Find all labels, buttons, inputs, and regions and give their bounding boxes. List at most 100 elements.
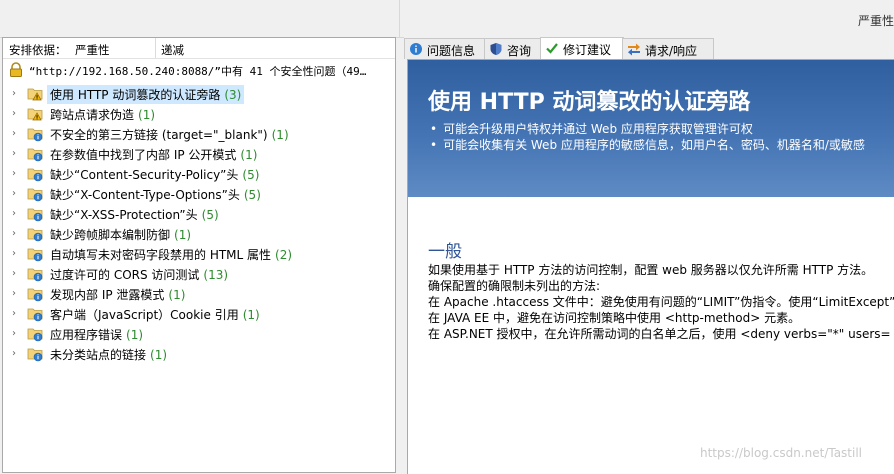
impact-item: 可能会收集有关 Web 应用程序的敏感信息，如用户名、密码、机器名和/或敏感 — [430, 136, 865, 152]
chevron-right-icon[interactable]: › — [12, 248, 22, 260]
issue-count: (1) — [271, 128, 289, 142]
issue-name: 缺少“X-Content-Type-Options”头 — [50, 188, 240, 202]
issue-name: 缺少“X-XSS-Protection”头 — [50, 208, 198, 222]
issue-count: (3) — [224, 88, 242, 102]
issue-tree-item[interactable]: › 自动填写未对密码字段禁用的 HTML 属性 (2) — [3, 244, 395, 264]
issue-tree-item[interactable]: › 未分类站点的链接 (1) — [3, 344, 395, 364]
issue-tree-item-label: 缺少跨帧脚本编制防御 (1) — [47, 225, 194, 244]
impact-item: 可能会升级用户特权并通过 Web 应用程序获取管理许可权 — [430, 120, 865, 136]
chevron-right-icon[interactable]: › — [12, 168, 22, 180]
issue-name: 发现内部 IP 泄露模式 — [50, 288, 165, 302]
issue-name: 过度许可的 CORS 访问测试 — [50, 268, 200, 282]
issue-count: (5) — [242, 168, 260, 182]
issue-count: (5) — [201, 208, 219, 222]
detail-title: 使用 HTTP 动词篡改的认证旁路 — [428, 90, 751, 115]
recommendation-line: 在 JAVA EE 中，避免在访问控制策略中使用 <http-method> 元… — [428, 311, 801, 325]
issue-tree-item-label: 过度许可的 CORS 访问测试 (13) — [47, 265, 231, 284]
issue-name: 缺少跨帧脚本编制防御 — [50, 228, 171, 242]
issue-tree-panel: 安排依据： 严重性 递减 “http://192.168.50.240:8088… — [2, 37, 396, 473]
recommendation-line: 在 Apache .htaccess 文件中：避免使用有问题的“LIMIT”伪指… — [428, 295, 894, 309]
chevron-right-icon[interactable]: › — [12, 108, 22, 120]
chevron-right-icon[interactable]: › — [12, 288, 22, 300]
chevron-right-icon[interactable]: › — [12, 188, 22, 200]
chevron-right-icon[interactable]: › — [12, 88, 22, 100]
issue-tree-item-label: 应用程序错误 (1) — [47, 325, 146, 344]
issue-tree-item[interactable]: › 在参数值中找到了内部 IP 公开模式 (1) — [3, 144, 395, 164]
chevron-right-icon[interactable]: › — [12, 268, 22, 280]
issue-tree-item-label: 自动填写未对密码字段禁用的 HTML 属性 (2) — [47, 245, 295, 264]
issue-tree-item[interactable]: › 缺少“Content-Security-Policy”头 (5) — [3, 164, 395, 184]
folder-info-icon — [27, 286, 45, 302]
recommendation-line: 如果使用基于 HTTP 方法的访问控制，配置 web 服务器以仅允许所需 HTT… — [428, 263, 874, 277]
folder-info-icon — [27, 226, 45, 242]
folder-info-icon — [27, 146, 45, 162]
issue-name: 不安全的第三方链接 (target="_blank") — [50, 128, 268, 142]
sort-direction[interactable]: 递减 — [161, 42, 184, 58]
issue-count: (5) — [243, 188, 261, 202]
sort-header-separator — [155, 38, 156, 58]
folder-warning-icon — [27, 106, 45, 122]
tab-request-response[interactable]: 请求/响应 — [622, 38, 714, 59]
tab-advisory[interactable]: 咨询 — [484, 38, 542, 59]
issue-tree-item[interactable]: › 过度许可的 CORS 访问测试 (13) — [3, 264, 395, 284]
folder-info-icon — [27, 186, 45, 202]
issue-tree-item[interactable]: › 不安全的第三方链接 (target="_blank") (1) — [3, 124, 395, 144]
issue-count: (1) — [240, 148, 258, 162]
issue-tree-item-label: 客户端（JavaScript）Cookie 引用 (1) — [47, 305, 263, 324]
tab-issue-info[interactable]: 问题信息 — [404, 38, 486, 59]
issue-tree-item[interactable]: › 使用 HTTP 动词篡改的认证旁路 (3) — [3, 84, 395, 104]
scan-summary-text: “http://192.168.50.240:8088/”中有 41 个安全性问… — [29, 65, 367, 78]
chevron-right-icon[interactable]: › — [12, 228, 22, 240]
folder-info-icon — [27, 326, 45, 342]
chevron-right-icon[interactable]: › — [12, 148, 22, 160]
issue-count: (1) — [126, 328, 144, 342]
recommendation-line: 确保配置的确限制未列出的方法: — [428, 279, 601, 293]
issue-count: (1) — [168, 288, 186, 302]
issue-tree-item[interactable]: › 缺少“X-XSS-Protection”头 (5) — [3, 204, 395, 224]
checkmark-icon — [545, 41, 559, 55]
issue-name: 跨站点请求伪造 — [50, 108, 135, 122]
shield-icon — [489, 42, 503, 56]
lock-icon — [9, 62, 23, 79]
issue-tree-item-label: 跨站点请求伪造 (1) — [47, 105, 158, 124]
scan-summary: “http://192.168.50.240:8088/”中有 41 个安全性问… — [3, 59, 395, 79]
issue-tree-item[interactable]: › 缺少跨帧脚本编制防御 (1) — [3, 224, 395, 244]
issue-name: 缺少“Content-Security-Policy”头 — [50, 168, 239, 182]
impact-list: 可能会升级用户特权并通过 Web 应用程序获取管理许可权可能会收集有关 Web … — [430, 120, 865, 152]
issue-tree-item-label: 缺少“X-Content-Type-Options”头 (5) — [47, 185, 264, 204]
issue-name: 应用程序错误 — [50, 328, 123, 342]
tab-fix-recommendation[interactable]: 修订建议 — [540, 37, 624, 60]
chevron-right-icon[interactable]: › — [12, 328, 22, 340]
folder-info-icon — [27, 346, 45, 362]
arrows-icon — [627, 42, 641, 56]
issue-tree-item-label: 缺少“Content-Security-Policy”头 (5) — [47, 165, 262, 184]
issue-tree-item[interactable]: › 跨站点请求伪造 (1) — [3, 104, 395, 124]
tab-label: 问题信息 — [427, 44, 476, 58]
issue-tree-item[interactable]: › 发现内部 IP 泄露模式 (1) — [3, 284, 395, 304]
chevron-right-icon[interactable]: › — [12, 348, 22, 360]
issue-count: (13) — [203, 268, 229, 282]
issue-name: 在参数值中找到了内部 IP 公开模式 — [50, 148, 237, 162]
chevron-right-icon[interactable]: › — [12, 308, 22, 320]
issue-count: (1) — [138, 108, 156, 122]
fix-recommendation-text: 如果使用基于 HTTP 方法的访问控制，配置 web 服务器以仅允许所需 HTT… — [428, 262, 894, 342]
issue-tree-item[interactable]: › 应用程序错误 (1) — [3, 324, 395, 344]
issue-name: 未分类站点的链接 — [50, 348, 147, 362]
issue-tree-item-label: 发现内部 IP 泄露模式 (1) — [47, 285, 188, 304]
issue-count: (1) — [174, 228, 192, 242]
issue-tree-item[interactable]: › 缺少“X-Content-Type-Options”头 (5) — [3, 184, 395, 204]
chevron-right-icon[interactable]: › — [12, 128, 22, 140]
info-icon — [409, 42, 423, 56]
top-toolbar: 严重性 — [0, 0, 894, 38]
chevron-right-icon[interactable]: › — [12, 208, 22, 220]
issue-tree-item-label: 不安全的第三方链接 (target="_blank") (1) — [47, 125, 292, 144]
sort-by-value[interactable]: 严重性 — [75, 42, 110, 58]
folder-info-icon — [27, 166, 45, 182]
recommendation-line: 在 ASP.NET 授权中，在允许所需动词的白名单之后，使用 <deny ver… — [428, 327, 891, 341]
issue-count: (1) — [242, 308, 260, 322]
severity-column-label[interactable]: 严重性 — [858, 12, 894, 29]
issue-tree-item[interactable]: › 客户端（JavaScript）Cookie 引用 (1) — [3, 304, 395, 324]
section-title: 一般 — [428, 242, 462, 262]
issue-count: (2) — [275, 248, 293, 262]
detail-tabs: 问题信息 咨询 修订建议 请求/响应 — [404, 37, 894, 60]
